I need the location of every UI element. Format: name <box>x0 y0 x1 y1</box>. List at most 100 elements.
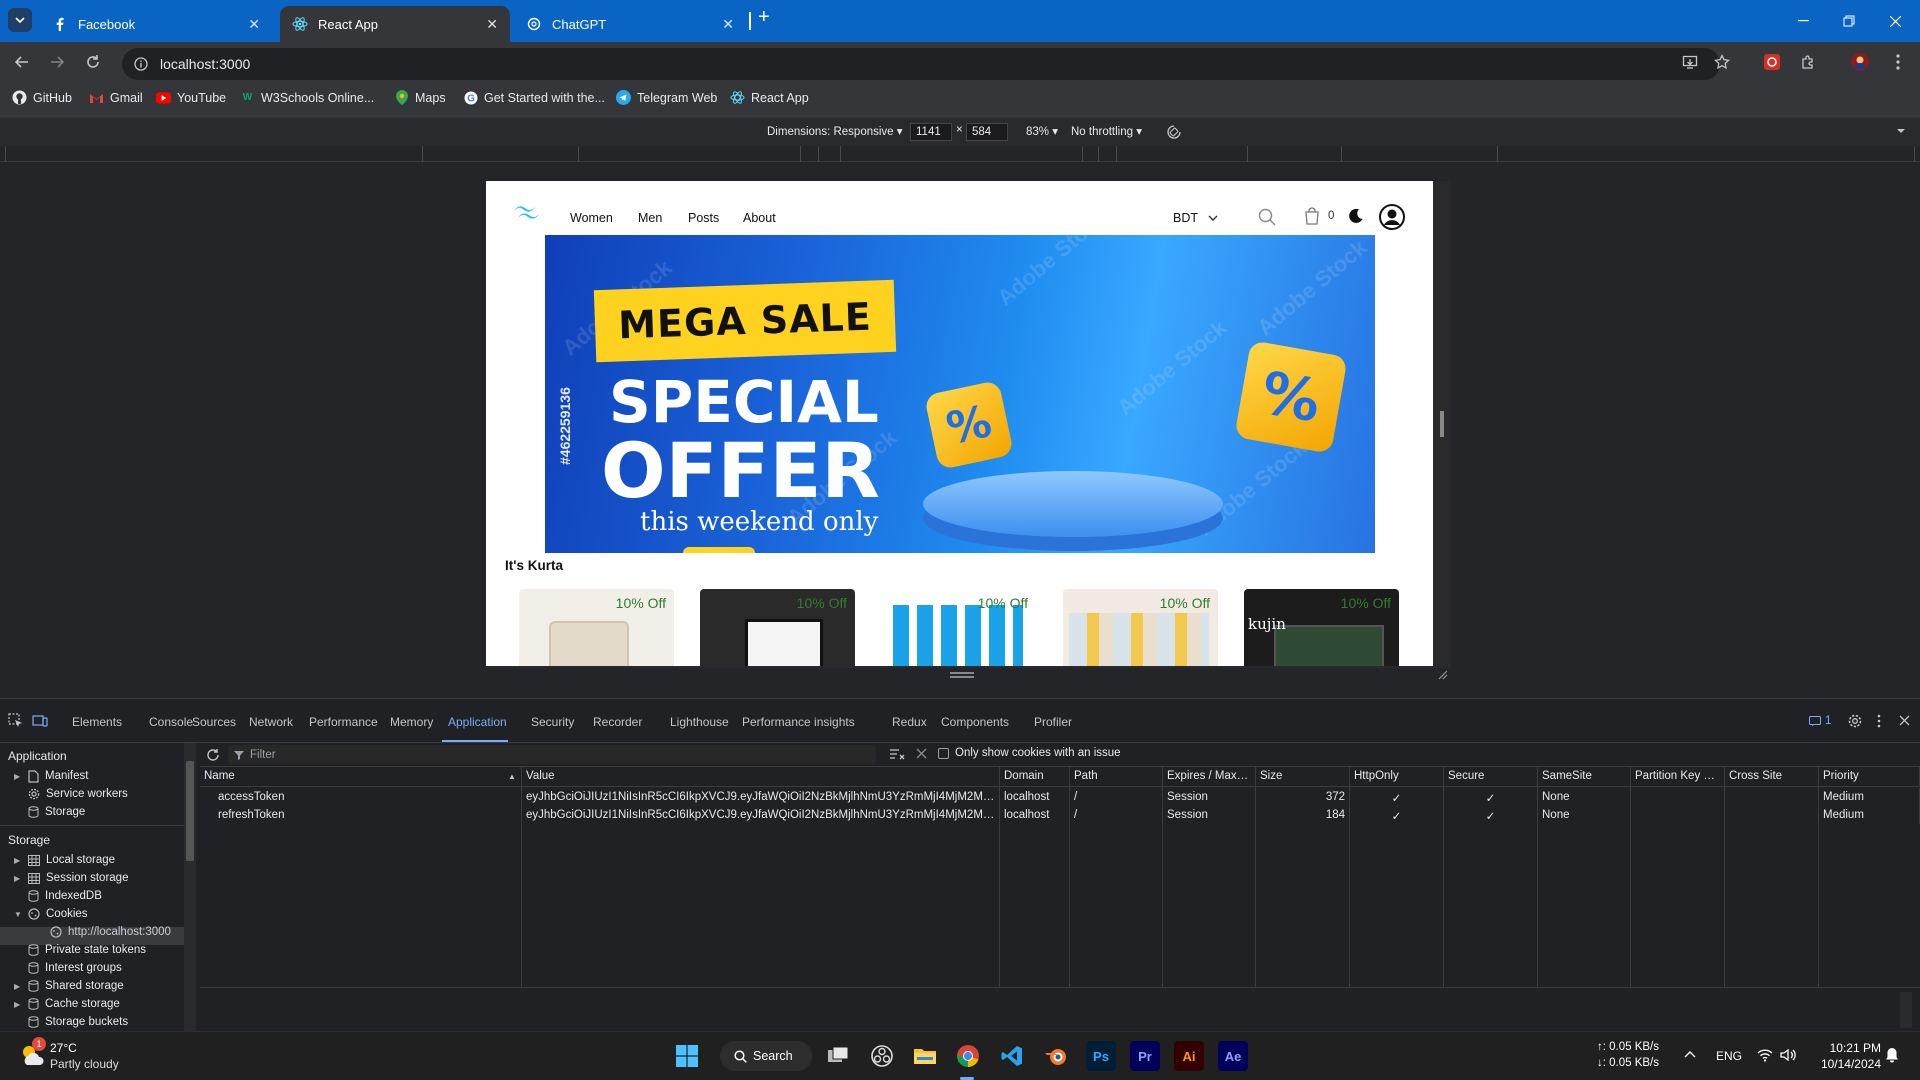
language-indicator[interactable]: ENG <box>1716 1049 1742 1063</box>
column-header-priority[interactable]: Priority <box>1819 767 1920 786</box>
column-header-size[interactable]: Size <box>1256 767 1350 786</box>
devtools-tab-recorder[interactable]: Recorder <box>593 715 642 729</box>
task-view-icon[interactable] <box>823 1041 853 1071</box>
wifi-icon[interactable] <box>1757 1048 1773 1062</box>
premiere-icon[interactable]: Pr <box>1130 1041 1160 1071</box>
tab-chatgpt[interactable]: ChatGPT ✕ <box>514 6 746 42</box>
promo-banner[interactable]: Adobe Stock Adobe Stock Adobe Stock Adob… <box>545 235 1375 553</box>
device-toolbar-toggle-icon[interactable] <box>32 713 48 728</box>
site-logo-icon[interactable] <box>512 203 542 221</box>
notification-bell-icon[interactable] <box>1885 1047 1899 1063</box>
column-header-path[interactable]: Path <box>1070 767 1163 786</box>
viewport-resize-handle-bottom[interactable] <box>950 672 974 678</box>
taskbar-search[interactable]: Search <box>720 1041 812 1071</box>
bookmark-star-icon[interactable] <box>1710 50 1734 74</box>
tab-react-app[interactable]: React App ✕ <box>280 6 510 42</box>
viewport-height-input[interactable] <box>966 123 1008 141</box>
product-card[interactable]: 10% Off <box>700 589 855 666</box>
bookmark-react-app[interactable]: React App <box>730 90 809 105</box>
devtools-tab-performance[interactable]: Performance <box>309 715 378 729</box>
sidebar-item-storage-overview[interactable]: Storage <box>14 803 85 821</box>
column-header-secure[interactable]: Secure <box>1444 767 1538 786</box>
sidebar-item-local-storage[interactable]: ▶ Local storage <box>14 851 115 869</box>
windows-start-icon[interactable] <box>672 1041 702 1071</box>
clock-time[interactable]: 10:21 PM <box>1825 1041 1881 1055</box>
product-card[interactable]: 10% Off <box>519 589 674 666</box>
vscode-icon[interactable] <box>997 1041 1027 1071</box>
bookmark-w3schools[interactable]: W W3Schools Online... <box>240 90 374 105</box>
currency-select[interactable]: BDT <box>1173 211 1218 225</box>
weather-desc[interactable]: Partly cloudy <box>50 1057 119 1071</box>
bookmark-maps[interactable]: Maps <box>394 90 446 105</box>
photoshop-icon[interactable]: Ps <box>1086 1041 1116 1071</box>
sidebar-scrollbar[interactable] <box>184 743 196 1032</box>
cookie-filter-input[interactable]: Filter <box>228 745 876 764</box>
reload-icon[interactable] <box>81 50 105 74</box>
devtools-tab-components[interactable]: Components <box>941 715 1009 729</box>
devtools-tab-network[interactable]: Network <box>249 715 293 729</box>
obs-icon[interactable] <box>867 1041 897 1071</box>
tab-facebook[interactable]: Facebook ✕ <box>40 6 272 42</box>
column-header-cross-site[interactable]: Cross Site <box>1725 767 1819 786</box>
column-header-samesite[interactable]: SameSite <box>1538 767 1631 786</box>
product-card[interactable]: kujin 10% Off <box>1244 589 1399 666</box>
sidebar-item-storage-buckets[interactable]: Storage buckets <box>14 1013 128 1031</box>
close-window-icon[interactable] <box>1872 0 1918 42</box>
devtools-tab-redux[interactable]: Redux <box>892 715 927 729</box>
profile-avatar-icon[interactable] <box>1848 50 1872 74</box>
devtools-tab-application[interactable]: Application <box>448 715 507 729</box>
sidebar-item-indexeddb[interactable]: IndexedDB <box>14 887 102 905</box>
after-effects-icon[interactable]: Ae <box>1218 1041 1248 1071</box>
product-card[interactable]: 10% Off <box>881 589 1036 666</box>
devtools-settings-icon[interactable] <box>1848 714 1862 728</box>
sidebar-item-cookies[interactable]: ▼ Cookies <box>14 905 88 923</box>
bookmark-github[interactable]: GitHub <box>12 90 72 105</box>
tab-search-button[interactable] <box>8 8 32 32</box>
issues-badge[interactable]: 1 <box>1809 715 1831 727</box>
sidebar-item-shared-storage[interactable]: ▶ Shared storage <box>14 977 124 995</box>
bookmark-get-started[interactable]: G Get Started with the... <box>463 90 605 105</box>
dark-mode-moon-icon[interactable] <box>1348 208 1364 224</box>
chrome-menu-icon[interactable] <box>1886 50 1910 74</box>
device-toolbar-more-icon[interactable] <box>1896 126 1906 136</box>
site-info-icon[interactable] <box>134 57 148 71</box>
devtools-tab-console[interactable]: Console <box>149 715 193 729</box>
scrollbar-thumb[interactable] <box>186 761 194 861</box>
zoom-dropdown[interactable]: 83% ▾ <box>1026 124 1058 138</box>
sidebar-item-interest-groups[interactable]: Interest groups <box>14 959 122 977</box>
throttling-dropdown[interactable]: No throttling ▾ <box>1071 124 1142 138</box>
sidebar-item-manifest[interactable]: ▶ Manifest <box>14 767 88 785</box>
viewport-width-input[interactable] <box>910 123 952 141</box>
product-card[interactable]: 10% Off <box>1063 589 1218 666</box>
back-icon[interactable] <box>10 50 34 74</box>
sidebar-item-private-state-tokens[interactable]: Private state tokens <box>14 941 146 959</box>
column-header-name[interactable]: Name <box>200 767 522 786</box>
bookmark-telegram[interactable]: Telegram Web <box>616 90 717 105</box>
nav-women[interactable]: Women <box>570 211 613 225</box>
file-explorer-icon[interactable] <box>910 1041 940 1071</box>
extensions-puzzle-icon[interactable] <box>1796 50 1820 74</box>
tray-chevron-up-icon[interactable] <box>1684 1050 1696 1058</box>
column-header-httponly[interactable]: HttpOnly <box>1350 767 1444 786</box>
restore-icon[interactable] <box>1826 0 1872 42</box>
nav-men[interactable]: Men <box>638 211 662 225</box>
viewport-resize-corner-icon[interactable] <box>1436 668 1448 680</box>
nav-about[interactable]: About <box>743 211 776 225</box>
viewport-resize-handle-right[interactable] <box>1440 411 1444 437</box>
tab-close-icon[interactable]: ✕ <box>722 16 734 33</box>
column-header-domain[interactable]: Domain <box>1000 767 1070 786</box>
illustrator-icon[interactable]: Ai <box>1174 1041 1204 1071</box>
forward-icon[interactable] <box>45 50 69 74</box>
shopping-bag-icon[interactable] <box>1304 207 1320 225</box>
sidebar-item-cache-storage[interactable]: ▶ Cache storage <box>14 995 120 1013</box>
checkbox-box[interactable] <box>938 747 949 759</box>
dimensions-dropdown[interactable]: Dimensions: Responsive ▾ <box>767 124 903 138</box>
tab-close-icon[interactable]: ✕ <box>248 16 260 33</box>
sidebar-item-session-storage[interactable]: ▶ Session storage <box>14 869 128 887</box>
weather-temp[interactable]: 27°C <box>50 1041 77 1055</box>
inspect-element-icon[interactable] <box>8 713 23 728</box>
extension-red-icon[interactable] <box>1760 50 1784 74</box>
sidebar-item-service-workers[interactable]: Service workers <box>14 785 128 803</box>
delete-selected-icon[interactable] <box>916 748 927 759</box>
chrome-icon[interactable] <box>953 1041 983 1071</box>
